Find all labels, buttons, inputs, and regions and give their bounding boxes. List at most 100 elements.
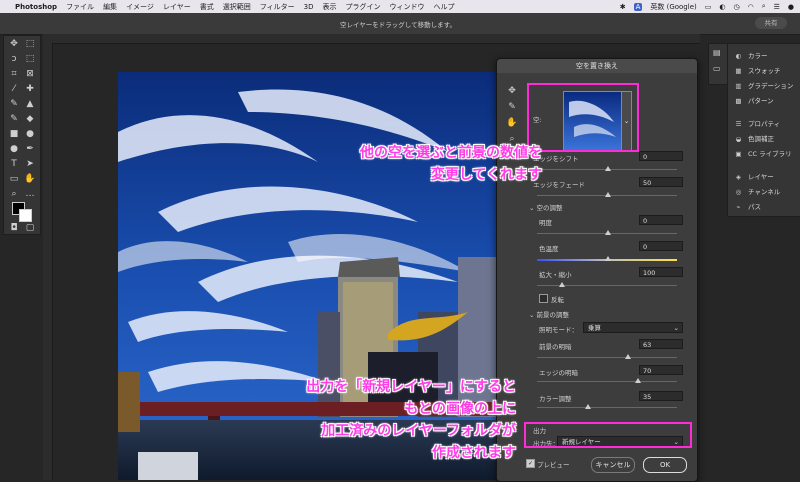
color-adjust-label: カラー調整 [539,395,572,403]
fg-lighting-slider[interactable] [537,354,677,359]
preview-checkbox[interactable]: ✓ [526,459,535,468]
more-tools-icon[interactable]: … [24,188,36,200]
temperature-input[interactable]: 0 [639,241,683,251]
control-center-icon[interactable]: ☰ [774,3,780,11]
flip-checkbox[interactable] [539,294,548,303]
menu-view[interactable]: 表示 [322,2,336,12]
brightness-input[interactable]: 0 [639,215,683,225]
blur-tool-icon[interactable]: ● [24,128,36,140]
share-button[interactable]: 共有 [755,17,787,29]
time-machine-icon[interactable]: ◷ [733,3,739,11]
wifi-icon[interactable]: ◠ [748,3,754,11]
frame-tool-icon[interactable]: ⊠ [24,68,36,80]
hand-tool-icon[interactable]: ✋ [24,173,36,185]
marquee-tool-icon[interactable]: ⬚ [24,38,36,50]
object-select-tool-icon[interactable]: ⬚ [24,53,36,65]
edge-shift-thumb[interactable] [605,166,611,171]
edge-lighting-thumb[interactable] [635,378,641,383]
lighting-mode-select[interactable]: 乗算 ⌄ [583,322,683,333]
panel-swatches[interactable]: ▦ スウォッチ [734,65,780,75]
edge-shift-slider[interactable] [537,166,677,171]
annotation-bottom-line4: 作成されます [432,445,516,461]
menu-type[interactable]: 書式 [200,2,214,12]
path-select-tool-icon[interactable]: ➤ [24,158,36,170]
edge-shift-input[interactable]: 0 [639,151,683,161]
options-hint: 空レイヤーをドラッグして移動します。 [340,21,456,29]
menu-help[interactable]: ヘルプ [433,2,454,12]
search-icon[interactable]: ⌕ [762,2,766,11]
menu-edit[interactable]: 編集 [103,2,117,12]
tools-panel: ✥ ⬚ ↄ ⬚ ⌗ ⊠ ⁄ ✚ ✎ ▲ ✎ ◆ ■ ● ● ✒ T ➤ ▭ ✋ … [3,35,41,235]
input-method-icon[interactable]: A [633,2,643,11]
menu-filter[interactable]: フィルター [260,2,295,12]
edge-lighting-input[interactable]: 70 [639,365,683,375]
scale-input[interactable]: 100 [639,267,683,277]
eyedropper-tool-icon[interactable]: ⁄ [8,83,20,95]
lasso-tool-icon[interactable]: ↄ [8,53,20,65]
color-adjust-input[interactable]: 35 [639,391,683,401]
dodge-tool-icon[interactable]: ● [8,143,20,155]
edge-lighting-slider[interactable] [537,378,677,383]
ok-button[interactable]: OK [643,457,687,473]
mac-menu-bar: Photoshop ファイル 編集 イメージ レイヤー 書式 選択範囲 フィルタ… [0,0,800,13]
sky-adjust-section[interactable]: ⌄ 空の調整 [529,202,563,212]
history-panel-icon[interactable]: ▤ [713,48,721,57]
menu-window[interactable]: ウィンドウ [389,2,424,12]
panel-libraries[interactable]: ▣ CC ライブラリ [734,148,791,158]
eraser-tool-icon[interactable]: ◆ [24,113,36,125]
siri-icon[interactable]: ● [788,3,794,11]
panel-channels[interactable]: ◎ チャンネル [734,186,781,196]
app-name-menu[interactable]: Photoshop [15,3,57,11]
temperature-slider[interactable] [537,256,677,261]
hand-tool-icon[interactable]: ✋ [506,117,518,129]
cancel-button[interactable]: キャンセル [591,457,635,473]
edge-fade-input[interactable]: 50 [639,177,683,187]
menu-image[interactable]: イメージ [126,2,154,12]
brush-tool-icon[interactable]: ✎ [8,98,20,110]
fg-adjust-section[interactable]: ⌄ 前景の調整 [529,309,569,319]
background-color-swatch[interactable] [19,209,32,222]
gradient-tool-icon[interactable]: ■ [8,128,20,140]
history-brush-tool-icon[interactable]: ✎ [8,113,20,125]
move-sky-tool-icon[interactable]: ✥ [506,85,518,97]
menu-plugins[interactable]: プラグイン [345,2,380,12]
edge-fade-slider[interactable] [537,192,677,197]
temperature-thumb[interactable] [605,256,611,261]
sky-brush-tool-icon[interactable]: ✎ [506,101,518,113]
shape-tool-icon[interactable]: ▭ [8,173,20,185]
input-source-label[interactable]: 英数 (Google) [650,2,696,12]
scale-thumb[interactable] [559,282,565,287]
quick-mask-icon[interactable]: ◘ [8,222,20,234]
menu-3d[interactable]: 3D [304,3,314,11]
stamp-tool-icon[interactable]: ▲ [24,98,36,110]
comments-panel-icon[interactable]: ▭ [713,64,721,73]
screen-mode-icon[interactable]: ▢ [24,222,36,234]
panel-patterns[interactable]: ▩ パターン [734,95,773,105]
color-adjust-thumb[interactable] [585,404,591,409]
menu-layer[interactable]: レイヤー [163,2,191,12]
fg-lighting-input[interactable]: 63 [639,339,683,349]
menu-select[interactable]: 選択範囲 [223,2,251,12]
brightness-thumb[interactable] [605,230,611,235]
menu-file[interactable]: ファイル [66,2,94,12]
volume-icon[interactable]: ◐ [719,3,725,11]
fg-lighting-thumb[interactable] [625,354,631,359]
zoom-tool-icon[interactable]: ⌕ [8,188,20,200]
brightness-slider[interactable] [537,230,677,235]
panel-adjustments[interactable]: ◒ 色調補正 [734,133,774,143]
healing-tool-icon[interactable]: ✚ [24,83,36,95]
panel-layers[interactable]: ◈ レイヤー [734,171,774,181]
move-tool-icon[interactable]: ✥ [8,38,20,50]
panel-color[interactable]: ◐ カラー [734,50,768,60]
panel-properties[interactable]: ☰ プロパティ [734,118,781,128]
panel-paths[interactable]: ⌁ パス [734,201,761,211]
scale-slider[interactable] [537,282,677,287]
color-adjust-slider[interactable] [537,404,677,409]
type-tool-icon[interactable]: T [8,158,20,170]
panel-gradients[interactable]: ▥ グラデーション [734,80,793,90]
bluetooth-icon[interactable]: ✱ [620,3,626,11]
pen-tool-icon[interactable]: ✒ [24,143,36,155]
edge-fade-thumb[interactable] [605,192,611,197]
crop-tool-icon[interactable]: ⌗ [8,68,20,80]
battery-icon[interactable]: ▭ [705,3,712,11]
